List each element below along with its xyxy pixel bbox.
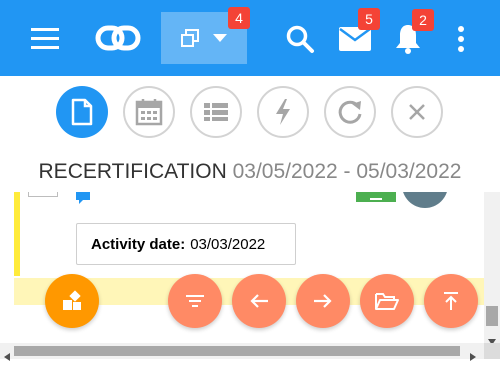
document-icon	[71, 98, 93, 126]
calendar-button[interactable]	[123, 86, 175, 138]
notifications-count-badge: 2	[412, 9, 434, 31]
status-chip	[356, 192, 396, 202]
close-icon	[407, 102, 427, 122]
windows-count-badge: 4	[228, 7, 250, 29]
comment-icon	[74, 192, 92, 211]
horizontal-scrollbar[interactable]	[0, 343, 484, 361]
next-fab-button[interactable]	[296, 274, 350, 328]
open-folder-fab-button[interactable]	[360, 274, 414, 328]
app-logo-icon[interactable]	[93, 19, 143, 57]
more-options-icon[interactable]	[452, 24, 470, 54]
list-icon	[203, 102, 229, 122]
close-record-button[interactable]	[391, 86, 443, 138]
filter-fab-button[interactable]	[168, 274, 222, 328]
calendar-icon	[135, 98, 163, 126]
activity-date-tooltip: Activity date: 03/03/2022	[76, 223, 296, 265]
filter-icon	[185, 294, 205, 308]
top-app-bar: 4 5 2	[0, 0, 500, 76]
scroll-to-top-fab-button[interactable]	[424, 274, 478, 328]
hamburger-menu-icon[interactable]	[28, 24, 62, 52]
avatar	[402, 192, 448, 208]
quick-action-button[interactable]	[257, 86, 309, 138]
record-type-label: RECERTIFICATION	[38, 160, 227, 183]
horizontal-scrollbar-thumb[interactable]	[14, 346, 460, 356]
record-title: RECERTIFICATION 03/05/2022 - 05/03/2022	[0, 160, 500, 184]
dropdown-caret-icon	[213, 34, 227, 42]
search-icon[interactable]	[283, 23, 317, 55]
scroll-to-top-icon	[443, 291, 459, 311]
shapes-icon	[61, 290, 83, 312]
scroll-left-arrow-icon[interactable]	[4, 348, 10, 366]
list-view-button[interactable]	[190, 86, 242, 138]
document-view-button[interactable]	[56, 86, 108, 138]
shapes-fab-button[interactable]	[45, 274, 99, 328]
arrow-right-icon	[313, 293, 333, 309]
refresh-button[interactable]	[324, 86, 376, 138]
windows-icon	[181, 29, 199, 47]
mail-count-badge: 5	[358, 8, 380, 30]
previous-fab-button[interactable]	[232, 274, 286, 328]
vertical-scrollbar-thumb[interactable]	[486, 306, 498, 326]
record-date-range: 03/05/2022 - 05/03/2022	[232, 160, 462, 183]
flash-icon	[274, 98, 292, 126]
scrollbar-corner	[484, 343, 500, 359]
row-checkbox[interactable]	[28, 192, 58, 197]
folder-open-icon	[374, 291, 400, 311]
tooltip-label: Activity date:	[91, 235, 186, 253]
tooltip-value: 03/03/2022	[190, 235, 266, 253]
refresh-icon	[336, 98, 364, 126]
vertical-scrollbar[interactable]	[484, 192, 500, 345]
scroll-right-arrow-icon[interactable]	[470, 348, 476, 366]
row-accent-bar	[14, 192, 20, 276]
arrow-left-icon	[249, 293, 269, 309]
